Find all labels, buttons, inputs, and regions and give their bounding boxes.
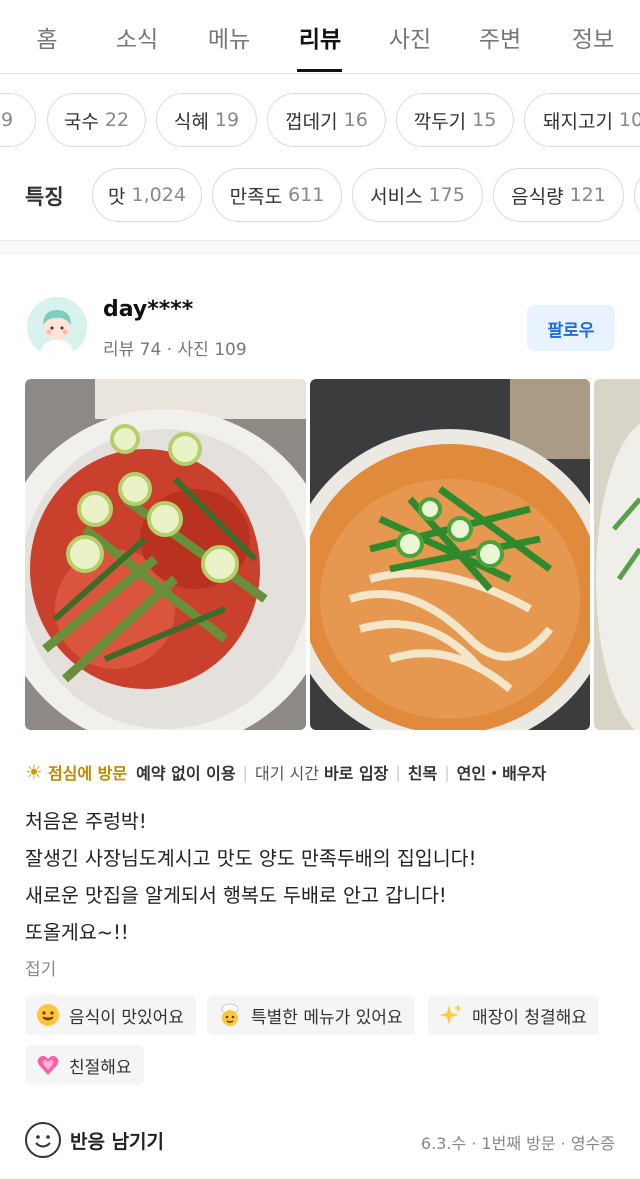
reviewer-name[interactable]: day****: [103, 297, 193, 322]
review-photo[interactable]: [25, 379, 306, 730]
review-tag: 특별한 메뉴가 있어요: [207, 995, 415, 1035]
review-line: 새로운 맛집을 알게되서 행복도 두배로 안고 갑니다!: [25, 884, 447, 907]
tab-info[interactable]: 정보: [572, 20, 614, 54]
feature-chip[interactable]: 맛 1,024: [92, 168, 202, 222]
visit-companion: 연인・배우자: [456, 764, 547, 783]
features-label: 특징: [25, 185, 64, 209]
review-body: 처음온 주렁박! 잘생긴 사장님도계시고 맛도 양도 만족두배의 집입니다! 새…: [25, 803, 476, 951]
review-meta: 6.3.수 · 1번째 방문 · 영수증: [420, 1134, 615, 1153]
heart-emoji-icon: [35, 1052, 61, 1078]
visit-reservation: 예약 없이 이용: [136, 764, 236, 783]
visit-purpose: 친목: [407, 764, 438, 783]
reaction-button[interactable]: 반응 남기기: [25, 1122, 164, 1158]
tab-home[interactable]: 홈: [36, 20, 57, 54]
tab-news[interactable]: 소식: [116, 20, 158, 54]
keyword-chip[interactable]: 식혜 19: [156, 93, 257, 147]
feature-chip[interactable]: 만족도 611: [212, 168, 342, 222]
visit-info: ☀ 점심에 방문 예약 없이 이용 | 대기 시간 바로 입장 | 친목 | 연…: [25, 760, 547, 784]
chef-emoji-icon: [217, 1002, 243, 1028]
keyword-chip[interactable]: 돼지고기 10: [524, 93, 640, 147]
tab-menu[interactable]: 메뉴: [208, 20, 250, 54]
keyword-chip[interactable]: 깍두기 15: [396, 93, 514, 147]
sparkles-icon: [438, 1002, 464, 1028]
review-tag: 매장이 청결해요: [428, 995, 599, 1035]
avatar[interactable]: [27, 297, 87, 357]
keyword-chip[interactable]: 껍데기 16: [267, 93, 386, 147]
tab-photo[interactable]: 사진: [389, 20, 431, 54]
reaction-label: 반응 남기기: [70, 1130, 165, 1153]
smile-icon: [25, 1122, 61, 1158]
active-tab-indicator: [297, 69, 342, 72]
review-line: 처음온 주렁박!: [25, 810, 147, 833]
keyword-filter-row: 89 국수22 식혜19 껍데기16 깍두기15 돼지고기10: [0, 93, 640, 149]
review-line: 잘생긴 사장님도계시고 맛도 양도 만족두배의 집입니다!: [25, 847, 477, 870]
feature-chip[interactable]: 서비스 175: [352, 168, 483, 222]
tab-bar: 홈 소식 메뉴 리뷰 사진 주변 정보: [0, 0, 640, 74]
wait-value: 바로 입장: [323, 764, 389, 783]
fold-link[interactable]: 접기: [25, 955, 56, 980]
feature-chip[interactable]: [634, 168, 640, 222]
tab-review[interactable]: 리뷰: [299, 20, 341, 54]
review-photo[interactable]: [594, 379, 640, 730]
tab-nearby[interactable]: 주변: [479, 20, 521, 54]
section-divider: [0, 240, 640, 254]
feature-filter-row: 맛 1,024 만족도 611 서비스 175 음식량 121: [92, 168, 640, 224]
smile-emoji-icon: [35, 1002, 61, 1028]
sun-icon: ☀: [25, 760, 43, 784]
review-line: 또올게요~!!: [25, 921, 129, 944]
follow-button[interactable]: 팔로우: [527, 305, 615, 351]
feature-chip[interactable]: 음식량 121: [493, 168, 624, 222]
review-photo[interactable]: [310, 379, 590, 730]
visit-time: 점심에 방문: [47, 764, 128, 783]
wait-label: 대기 시간: [254, 764, 319, 783]
review-tag: 친절해요: [25, 1045, 144, 1085]
review-tag: 음식이 맛있어요: [25, 995, 196, 1035]
reviewer-stats: 리뷰 74 · 사진 109: [103, 340, 247, 360]
keyword-chip[interactable]: 국수 22: [47, 93, 146, 147]
keyword-chip[interactable]: 89: [0, 93, 36, 147]
